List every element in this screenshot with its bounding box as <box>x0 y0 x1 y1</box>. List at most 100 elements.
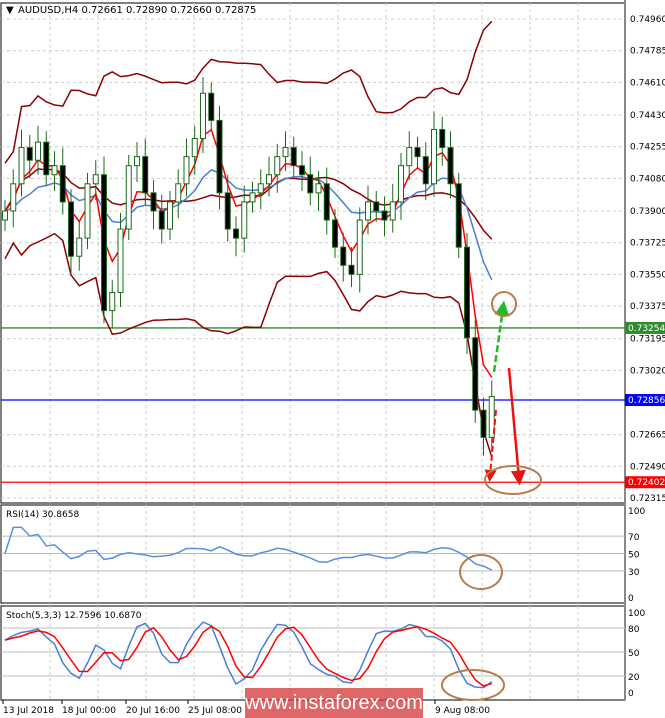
price-tick-label: 0.73375 <box>630 302 665 312</box>
time-label: 9 Aug 08:00 <box>435 706 490 716</box>
candle-body <box>257 183 264 194</box>
candle-body <box>406 147 413 167</box>
chart-window: 0.74960 0.74785 0.74610 0.74430 0.74255 0.740… <box>0 0 665 718</box>
price-tick-label: 0.73900 <box>630 207 665 217</box>
stoch-axis-label: 20 <box>628 673 640 683</box>
rsi-axis-label: 0 <box>628 594 634 604</box>
candle-body <box>282 147 289 158</box>
symbol-dropdown-icon[interactable]: ▼ <box>6 5 14 16</box>
candle-body <box>125 165 132 230</box>
time-label: 13 Jul 2018 <box>3 706 54 716</box>
time-label: 25 Jul 08:00 <box>188 706 242 716</box>
candle-body <box>117 228 124 293</box>
candle-body <box>109 291 116 312</box>
candle-body <box>233 228 239 239</box>
candle-body <box>464 246 470 339</box>
stoch-circle <box>441 669 505 701</box>
price-tick-label: 0.74960 <box>630 15 665 25</box>
level-label: 0.73254 <box>628 324 665 334</box>
chart-header: AUDUSD,H4 0.72661 0.72890 0.72660 0.7287… <box>18 5 256 16</box>
candle-body <box>142 156 149 194</box>
level-label: 0.72402 <box>628 478 665 488</box>
price-tick-label: 0.72490 <box>630 462 665 472</box>
candle-body <box>18 147 25 185</box>
candle-body <box>356 219 363 275</box>
candle-body <box>167 201 173 230</box>
candle-body <box>208 92 215 121</box>
candle-body <box>158 210 165 230</box>
candle-body <box>241 201 248 239</box>
price-tick-label: 0.73725 <box>630 239 665 249</box>
candle-body <box>398 165 404 203</box>
candle-body <box>340 246 347 266</box>
price-tick-label: 0.74255 <box>630 143 665 153</box>
candle-body <box>76 237 83 257</box>
candle-body <box>84 183 91 239</box>
red-target-arrow <box>507 367 526 486</box>
candle-body <box>414 147 421 158</box>
price-tick-label: 0.72315 <box>630 494 665 504</box>
candle-body <box>175 183 182 203</box>
price-tick-label: 0.74785 <box>630 47 665 57</box>
bollinger-lower <box>4 232 493 458</box>
candle-body <box>26 147 33 161</box>
main-panel-frame <box>0 2 626 504</box>
candle-body <box>439 128 446 149</box>
candle-body <box>183 156 190 185</box>
candle-body <box>150 192 157 212</box>
candle-body <box>332 219 338 248</box>
level-label: 0.72856 <box>628 396 665 406</box>
rsi-label: RSI(14) 30.8658 <box>6 510 79 520</box>
candle-body <box>480 409 487 438</box>
green-target-arrow <box>492 300 510 373</box>
stoch-axis-label: 100 <box>628 609 645 619</box>
candle-body <box>266 174 272 185</box>
candle-body <box>381 210 388 221</box>
candle-body <box>2 210 8 221</box>
candle-body <box>59 165 66 203</box>
price-tick-label: 0.73020 <box>630 366 665 376</box>
chart-canvas[interactable]: 0.74960 0.74785 0.74610 0.74430 0.74255 0.740… <box>0 0 665 718</box>
support-circle <box>484 465 542 495</box>
bollinger-middle <box>4 168 493 240</box>
rsi-axis-label: 50 <box>628 551 640 561</box>
price-tick-label: 0.73550 <box>630 270 665 280</box>
candle-body <box>307 174 314 194</box>
target-circle <box>491 291 517 317</box>
time-label: 18 Jul 00:00 <box>62 706 116 716</box>
candle-body <box>10 183 17 212</box>
candle-body <box>323 183 330 221</box>
candle-body <box>472 337 479 411</box>
candle-body <box>290 147 297 167</box>
price-tick-label: 0.74610 <box>630 78 665 88</box>
candle-body <box>200 92 206 140</box>
candle-body <box>365 201 371 221</box>
price-tick-label: 0.74430 <box>630 111 665 121</box>
candle-body <box>134 156 140 167</box>
candle-body <box>315 183 322 194</box>
candle-body <box>101 174 107 312</box>
rsi-line <box>4 526 493 571</box>
candle-body <box>422 156 429 185</box>
candle-body <box>43 141 50 176</box>
candle-body <box>51 165 58 176</box>
candle-body <box>348 264 355 275</box>
candle-body <box>68 201 74 257</box>
candle-body <box>389 201 396 221</box>
candle-body <box>216 119 223 194</box>
candle-body <box>191 138 198 158</box>
price-tick-label: 0.72665 <box>630 431 665 441</box>
candle-body <box>35 141 41 161</box>
price-tick-label: 0.74080 <box>630 174 665 184</box>
candle-body <box>249 192 256 203</box>
time-label: 20 Jul 16:00 <box>126 706 180 716</box>
candle-body <box>455 183 462 248</box>
watermark: www.instaforex.com <box>245 688 423 718</box>
price-tick-label: 0.73195 <box>630 335 665 345</box>
candle-body <box>299 165 305 176</box>
stoch-axis-label: 0 <box>628 689 634 699</box>
candle-body <box>92 174 99 185</box>
candle-body <box>373 201 380 212</box>
candle-body <box>224 192 231 230</box>
rsi-axis-label: 70 <box>628 533 640 543</box>
